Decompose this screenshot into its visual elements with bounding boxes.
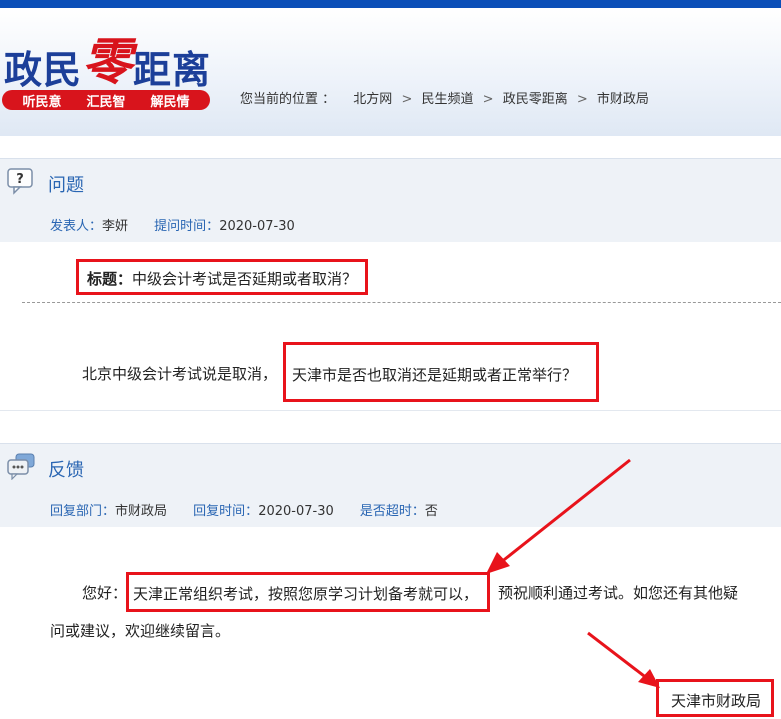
breadcrumb-separator: >	[482, 92, 494, 107]
chat-bubbles-icon	[7, 453, 35, 480]
overdue-label: 是否超时：	[359, 504, 425, 519]
question-section-title: 问题	[48, 175, 84, 196]
overdue-value: 否	[424, 504, 438, 519]
breadcrumb-link-beifang[interactable]: 北方网	[353, 92, 392, 107]
breadcrumb: 您当前的位置 ： 北方网 > 民生频道 > 政民零距离 > 市财政局	[240, 88, 649, 107]
breadcrumb-link-caizheng[interactable]: 市财政局	[597, 92, 649, 107]
slogan-1: 听民意	[22, 94, 62, 110]
question-time: 2020-07-30	[219, 219, 295, 234]
signature-box: 天津市财政局	[656, 679, 774, 717]
slogan-2: 汇民智	[86, 94, 126, 110]
reply-time: 2020-07-30	[258, 504, 334, 519]
logo-text-1: 政民	[4, 47, 83, 92]
slogan-3: 解民情	[150, 94, 190, 110]
question-bubble-icon: ?	[7, 168, 33, 195]
section-divider	[0, 410, 781, 444]
feedback-section-header: 反馈	[0, 443, 781, 489]
reply-time-label: 回复时间：	[193, 504, 259, 519]
dept-label: 回复部门：	[50, 504, 116, 519]
breadcrumb-separator: >	[576, 92, 588, 107]
question-meta: 发表人：李妍 提问时间：2020-07-30	[50, 215, 317, 234]
question-body-highlight: 天津市是否也取消还是延期或者正常举行？	[292, 366, 578, 384]
dept-name: 市财政局	[115, 504, 168, 519]
top-blue-bar	[0, 0, 781, 8]
question-title: 中级会计考试是否延期或者取消？	[132, 270, 358, 288]
breadcrumb-prefix: 您当前的位置 ：	[240, 92, 336, 107]
slogan-bar: 听民意 汇民智 解民情	[2, 90, 210, 110]
logo-text-red: 零	[82, 32, 134, 91]
signature: 天津市财政局	[671, 692, 762, 710]
feedback-greeting: 您好：	[82, 584, 128, 602]
feedback-section-title: 反馈	[48, 460, 84, 481]
arrow-to-signature	[587, 631, 660, 688]
dashed-divider	[22, 302, 781, 303]
feedback-meta: 回复部门：市财政局 回复时间：2020-07-30 是否超时：否	[50, 500, 460, 519]
logo-text-2: 距离	[133, 47, 212, 92]
question-time-label: 提问时间：	[154, 219, 220, 234]
question-body-highlight-box: 天津市是否也取消还是延期或者正常举行？	[283, 342, 599, 402]
question-title-label: 标题：	[87, 270, 133, 288]
feedback-highlight: 天津正常组织考试，按照您原学习计划备考就可以，	[133, 585, 479, 603]
breadcrumb-separator: >	[401, 92, 413, 107]
site-logo[interactable]: 政民零距离	[4, 26, 211, 98]
svg-text:?: ?	[16, 172, 24, 187]
poster-label: 发表人：	[50, 219, 103, 234]
question-title-box: 标题：中级会计考试是否延期或者取消？	[76, 259, 369, 295]
question-body-prefix: 北京中级会计考试说是取消，	[82, 365, 278, 383]
feedback-rest-line1: 预祝顺利通过考试。如您还有其他疑	[498, 584, 739, 602]
question-section-header: ? 问题	[0, 158, 781, 204]
feedback-line2: 问或建议，欢迎继续留言。	[50, 622, 231, 640]
poster-name: 李妍	[102, 219, 129, 234]
site-header: 政民零距离 听民意 汇民智 解民情 您当前的位置 ： 北方网 > 民生频道 > …	[0, 8, 781, 136]
feedback-highlight-box: 天津正常组织考试，按照您原学习计划备考就可以，	[126, 572, 490, 612]
breadcrumb-link-zhengmin[interactable]: 政民零距离	[503, 92, 568, 107]
breadcrumb-link-minsheng[interactable]: 民生频道	[421, 92, 473, 107]
